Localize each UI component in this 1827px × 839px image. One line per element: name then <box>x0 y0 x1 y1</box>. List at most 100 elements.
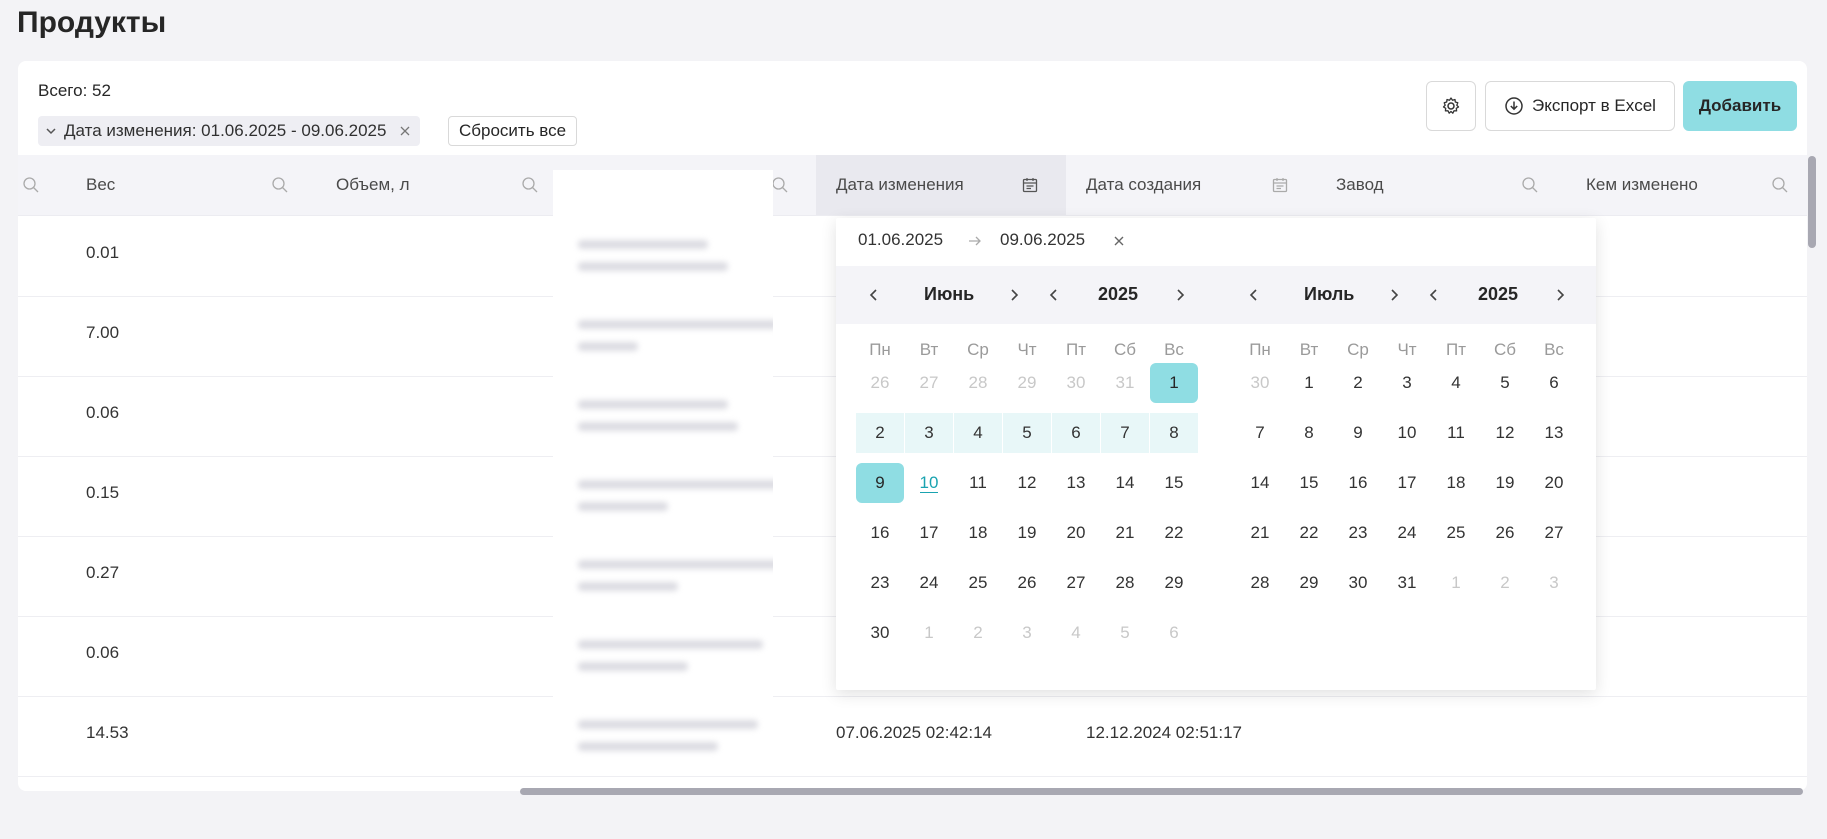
range-end[interactable]: 09.06.2025 <box>1000 230 1085 250</box>
calendar-day[interactable]: 6 <box>1150 613 1198 653</box>
calendar-day[interactable]: 4 <box>954 413 1002 453</box>
calendar-day[interactable]: 14 <box>1101 463 1149 503</box>
calendar-day[interactable]: 20 <box>1052 513 1100 553</box>
calendar-day[interactable]: 30 <box>1236 363 1284 403</box>
calendar-day[interactable]: 17 <box>1383 463 1431 503</box>
calendar-day[interactable]: 25 <box>1432 513 1480 553</box>
calendar-day[interactable]: 27 <box>1052 563 1100 603</box>
calendar-day[interactable]: 8 <box>1150 413 1198 453</box>
calendar-day[interactable]: 21 <box>1236 513 1284 553</box>
calendar-day[interactable]: 13 <box>1530 413 1578 453</box>
calendar-day[interactable]: 15 <box>1285 463 1333 503</box>
year-label[interactable]: 2025 <box>1098 284 1138 305</box>
year-label[interactable]: 2025 <box>1478 284 1518 305</box>
horizontal-scrollbar-thumb[interactable] <box>520 788 1803 795</box>
calendar-day[interactable]: 8 <box>1285 413 1333 453</box>
search-icon[interactable] <box>1521 176 1539 194</box>
close-icon[interactable] <box>398 124 412 138</box>
calendar-day[interactable]: 23 <box>1334 513 1382 553</box>
reset-all-button[interactable]: Сбросить все <box>448 116 578 146</box>
next-month-icon[interactable] <box>1386 287 1402 303</box>
calendar-day[interactable]: 18 <box>954 513 1002 553</box>
calendar-day[interactable]: 28 <box>1101 563 1149 603</box>
calendar-day[interactable]: 30 <box>1334 563 1382 603</box>
calendar-day[interactable]: 25 <box>954 563 1002 603</box>
calendar-day[interactable]: 14 <box>1236 463 1284 503</box>
calendar-day[interactable]: 7 <box>1236 413 1284 453</box>
prev-year-icon[interactable] <box>1046 287 1062 303</box>
calendar-day[interactable]: 3 <box>1003 613 1051 653</box>
table-row[interactable]: 14.53 07.06.2025 02:42:14 12.12.2024 02:… <box>18 696 1807 777</box>
search-icon[interactable] <box>771 176 789 194</box>
calendar-day[interactable]: 3 <box>905 413 953 453</box>
range-start[interactable]: 01.06.2025 <box>858 230 943 250</box>
calendar-day[interactable]: 2 <box>856 413 904 453</box>
calendar-day[interactable]: 28 <box>1236 563 1284 603</box>
search-icon[interactable] <box>1771 176 1789 194</box>
prev-year-icon[interactable] <box>1426 287 1442 303</box>
calendar-day[interactable]: 26 <box>1003 563 1051 603</box>
export-excel-button[interactable]: Экспорт в Excel <box>1485 81 1675 131</box>
calendar-day[interactable]: 4 <box>1052 613 1100 653</box>
calendar-day[interactable]: 3 <box>1530 563 1578 603</box>
calendar-day[interactable]: 3 <box>1383 363 1431 403</box>
calendar-day[interactable]: 24 <box>905 563 953 603</box>
calendar-day[interactable]: 19 <box>1003 513 1051 553</box>
calendar-day[interactable]: 18 <box>1432 463 1480 503</box>
calendar-day[interactable]: 29 <box>1003 363 1051 403</box>
calendar-day[interactable]: 11 <box>954 463 1002 503</box>
filter-chip[interactable]: Дата изменения: 01.06.2025 - 09.06.2025 <box>38 116 421 146</box>
calendar-day[interactable]: 1 <box>1150 363 1198 403</box>
vertical-scrollbar-thumb[interactable] <box>1808 156 1816 248</box>
calendar-day[interactable]: 1 <box>1432 563 1480 603</box>
calendar-day[interactable]: 27 <box>1530 513 1578 553</box>
calendar-icon[interactable] <box>1271 176 1289 194</box>
column-modified-date[interactable]: Дата изменения <box>836 155 964 215</box>
calendar-day[interactable]: 15 <box>1150 463 1198 503</box>
calendar-day[interactable]: 11 <box>1432 413 1480 453</box>
next-month-icon[interactable] <box>1006 287 1022 303</box>
column-weight[interactable]: Вес <box>86 155 115 215</box>
calendar-day[interactable]: 16 <box>856 513 904 553</box>
calendar-day[interactable]: 10 <box>905 463 953 503</box>
calendar-day[interactable]: 13 <box>1052 463 1100 503</box>
calendar-day[interactable]: 30 <box>1052 363 1100 403</box>
calendar-day[interactable]: 1 <box>1285 363 1333 403</box>
calendar-day[interactable]: 22 <box>1150 513 1198 553</box>
calendar-day[interactable]: 29 <box>1285 563 1333 603</box>
calendar-day[interactable]: 29 <box>1150 563 1198 603</box>
calendar-day[interactable]: 2 <box>1481 563 1529 603</box>
add-button[interactable]: Добавить <box>1683 81 1797 131</box>
calendar-day[interactable]: 10 <box>1383 413 1431 453</box>
calendar-day[interactable]: 12 <box>1003 463 1051 503</box>
calendar-day[interactable]: 5 <box>1003 413 1051 453</box>
calendar-day[interactable]: 31 <box>1383 563 1431 603</box>
date-range-input[interactable]: 01.06.2025 09.06.2025 <box>836 218 1596 264</box>
calendar-day[interactable]: 31 <box>1101 363 1149 403</box>
calendar-day[interactable]: 26 <box>856 363 904 403</box>
month-label[interactable]: Июль <box>1304 284 1354 305</box>
calendar-day[interactable]: 2 <box>954 613 1002 653</box>
calendar-day[interactable]: 9 <box>1334 413 1382 453</box>
calendar-day[interactable]: 19 <box>1481 463 1529 503</box>
month-label[interactable]: Июнь <box>924 284 974 305</box>
calendar-day[interactable]: 4 <box>1432 363 1480 403</box>
next-year-icon[interactable] <box>1172 287 1188 303</box>
prev-month-icon[interactable] <box>866 287 882 303</box>
column-volume[interactable]: Объем, л <box>336 155 410 215</box>
calendar-day[interactable]: 16 <box>1334 463 1382 503</box>
calendar-day[interactable]: 6 <box>1052 413 1100 453</box>
calendar-day[interactable]: 20 <box>1530 463 1578 503</box>
column-created-date[interactable]: Дата создания <box>1086 155 1201 215</box>
next-year-icon[interactable] <box>1552 287 1568 303</box>
calendar-day[interactable]: 5 <box>1101 613 1149 653</box>
calendar-day[interactable]: 30 <box>856 613 904 653</box>
calendar-day[interactable]: 6 <box>1530 363 1578 403</box>
calendar-day[interactable]: 22 <box>1285 513 1333 553</box>
calendar-day[interactable]: 7 <box>1101 413 1149 453</box>
calendar-day[interactable]: 23 <box>856 563 904 603</box>
search-icon[interactable] <box>521 176 539 194</box>
calendar-day[interactable]: 27 <box>905 363 953 403</box>
calendar-day[interactable]: 24 <box>1383 513 1431 553</box>
calendar-day[interactable]: 9 <box>856 463 904 503</box>
